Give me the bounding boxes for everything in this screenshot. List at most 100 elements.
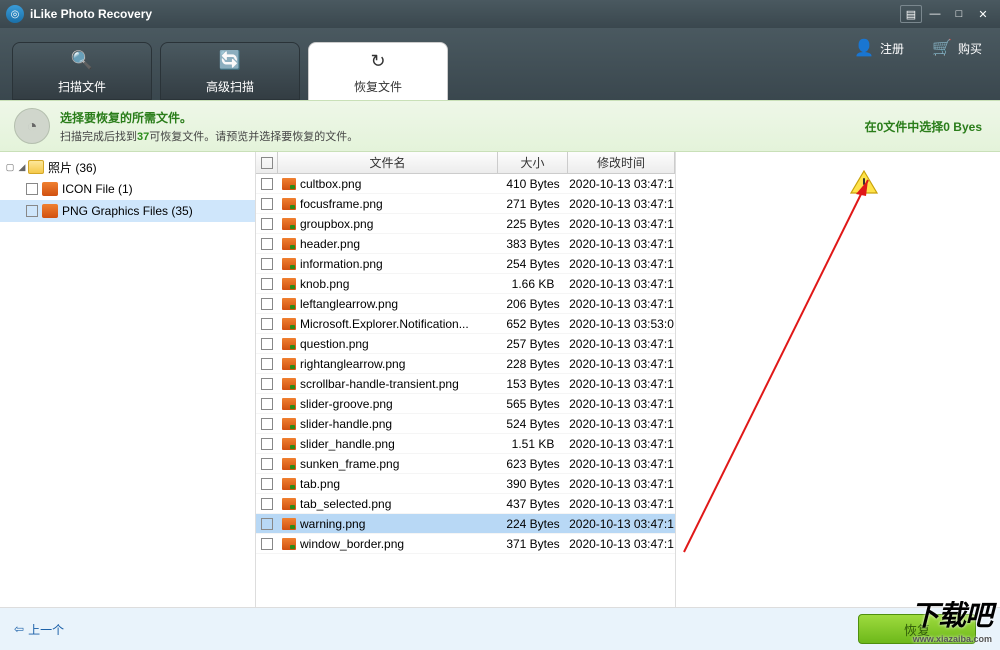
row-checkbox[interactable] — [261, 198, 273, 210]
folder-icon — [28, 160, 44, 174]
file-row[interactable]: Microsoft.Explorer.Notification... 652 By… — [256, 314, 675, 334]
file-date: 2020-10-13 03:47:1 — [568, 457, 675, 471]
header-filename[interactable]: 文件名 — [278, 152, 498, 173]
file-name: window_border.png — [300, 537, 404, 551]
row-checkbox[interactable] — [261, 478, 273, 490]
file-row[interactable]: scrollbar-handle-transient.png153 Bytes2… — [256, 374, 675, 394]
file-row[interactable]: leftanglearrow.png206 Bytes2020-10-13 03… — [256, 294, 675, 314]
file-list-body[interactable]: cultbox.png410 Bytes2020-10-13 03:47:1fo… — [256, 174, 675, 607]
row-checkbox[interactable] — [261, 438, 273, 450]
row-checkbox[interactable] — [261, 298, 273, 310]
tab-scan[interactable]: 🔍扫描文件 — [12, 42, 152, 100]
row-checkbox[interactable] — [261, 338, 273, 350]
title-bar: ◎ iLike Photo Recovery ▤ — □ ✕ — [0, 0, 1000, 28]
png-file-icon — [282, 518, 296, 530]
advanced-icon: 🔄 — [217, 48, 243, 74]
close-button[interactable]: ✕ — [972, 5, 994, 23]
annotation-arrow — [676, 152, 1000, 607]
tree-root-photos[interactable]: ▢ ◢ 照片 (36) — [0, 156, 255, 178]
file-date: 2020-10-13 03:47:1 — [568, 217, 675, 231]
recover-button[interactable]: 恢复 — [858, 614, 976, 644]
row-checkbox[interactable] — [261, 278, 273, 290]
file-size: 224 Bytes — [498, 517, 568, 531]
purchase-button[interactable]: 🛒 购买 — [932, 38, 982, 58]
header-date[interactable]: 修改时间 — [568, 152, 675, 173]
row-checkbox[interactable] — [261, 358, 273, 370]
tree-twisty-icon[interactable]: ◢ — [16, 162, 28, 173]
file-name: slider-groove.png — [300, 397, 393, 411]
file-size: 383 Bytes — [498, 237, 568, 251]
header-checkbox[interactable] — [256, 152, 278, 173]
file-row[interactable]: sunken_frame.png623 Bytes2020-10-13 03:4… — [256, 454, 675, 474]
file-size: 390 Bytes — [498, 477, 568, 491]
file-row[interactable]: warning.png224 Bytes2020-10-13 03:47:1 — [256, 514, 675, 534]
file-row[interactable]: question.png257 Bytes2020-10-13 03:47:1 — [256, 334, 675, 354]
file-name: question.png — [300, 337, 369, 351]
file-row[interactable]: header.png383 Bytes2020-10-13 03:47:1 — [256, 234, 675, 254]
file-row[interactable]: focusframe.png271 Bytes2020-10-13 03:47:… — [256, 194, 675, 214]
tree-item[interactable]: ICON File (1) — [0, 178, 255, 200]
file-size: 623 Bytes — [498, 457, 568, 471]
tree-checkbox[interactable] — [26, 205, 38, 217]
file-name: Microsoft.Explorer.Notification... — [300, 317, 469, 331]
window-menu-button[interactable]: ▤ — [900, 5, 922, 23]
purchase-label: 购买 — [958, 40, 982, 57]
row-checkbox[interactable] — [261, 238, 273, 250]
toolbar-actions: 👤 注册 🛒 购买 — [854, 38, 982, 58]
file-date: 2020-10-13 03:47:1 — [568, 397, 675, 411]
row-checkbox[interactable] — [261, 458, 273, 470]
workspace: ▢ ◢ 照片 (36) ICON File (1)PNG Graphics Fi… — [0, 152, 1000, 608]
png-file-icon — [282, 178, 296, 190]
file-size: 225 Bytes — [498, 217, 568, 231]
png-file-icon — [282, 298, 296, 310]
row-checkbox[interactable] — [261, 318, 273, 330]
minimize-button[interactable]: — — [924, 5, 946, 23]
file-date: 2020-10-13 03:47:1 — [568, 537, 675, 551]
file-row[interactable]: knob.png1.66 KB2020-10-13 03:47:1 — [256, 274, 675, 294]
filetype-icon — [42, 182, 58, 196]
row-checkbox[interactable] — [261, 418, 273, 430]
maximize-button[interactable]: □ — [948, 5, 970, 23]
png-file-icon — [282, 218, 296, 230]
file-size: 206 Bytes — [498, 297, 568, 311]
back-button[interactable]: ⇦ 上一个 — [14, 621, 64, 638]
file-row[interactable]: cultbox.png410 Bytes2020-10-13 03:47:1 — [256, 174, 675, 194]
register-button[interactable]: 👤 注册 — [854, 38, 904, 58]
file-row[interactable]: slider_handle.png1.51 KB2020-10-13 03:47… — [256, 434, 675, 454]
file-name: slider_handle.png — [300, 437, 395, 451]
file-size: 652 Bytes — [498, 317, 568, 331]
tree-item[interactable]: PNG Graphics Files (35) — [0, 200, 255, 222]
row-checkbox[interactable] — [261, 258, 273, 270]
file-row[interactable]: tab_selected.png437 Bytes2020-10-13 03:4… — [256, 494, 675, 514]
tab-advanced[interactable]: 🔄高级扫描 — [160, 42, 300, 100]
file-date: 2020-10-13 03:47:1 — [568, 417, 675, 431]
file-name: header.png — [300, 237, 360, 251]
file-date: 2020-10-13 03:47:1 — [568, 437, 675, 451]
preview-pane — [676, 152, 1000, 607]
file-row[interactable]: slider-handle.png524 Bytes2020-10-13 03:… — [256, 414, 675, 434]
tab-recover[interactable]: ↻恢复文件 — [308, 42, 448, 100]
file-date: 2020-10-13 03:53:0 — [568, 317, 675, 331]
png-file-icon — [282, 278, 296, 290]
file-size: 410 Bytes — [498, 177, 568, 191]
file-row[interactable]: groupbox.png225 Bytes2020-10-13 03:47:1 — [256, 214, 675, 234]
register-label: 注册 — [880, 40, 904, 57]
file-row[interactable]: window_border.png371 Bytes2020-10-13 03:… — [256, 534, 675, 554]
file-row[interactable]: tab.png390 Bytes2020-10-13 03:47:1 — [256, 474, 675, 494]
tree-collapse-icon[interactable]: ▢ — [4, 162, 16, 173]
row-checkbox[interactable] — [261, 218, 273, 230]
row-checkbox[interactable] — [261, 398, 273, 410]
header-size[interactable]: 大小 — [498, 152, 568, 173]
row-checkbox[interactable] — [261, 538, 273, 550]
row-checkbox[interactable] — [261, 518, 273, 530]
tab-label: 恢复文件 — [354, 78, 402, 95]
user-plus-icon: 👤 — [854, 38, 874, 58]
file-row[interactable]: rightanglearrow.png228 Bytes2020-10-13 0… — [256, 354, 675, 374]
row-checkbox[interactable] — [261, 378, 273, 390]
file-row[interactable]: slider-groove.png565 Bytes2020-10-13 03:… — [256, 394, 675, 414]
file-row[interactable]: information.png254 Bytes2020-10-13 03:47… — [256, 254, 675, 274]
info-headline: 选择要恢复的所需文件。 — [60, 109, 358, 126]
row-checkbox[interactable] — [261, 178, 273, 190]
tree-checkbox[interactable] — [26, 183, 38, 195]
row-checkbox[interactable] — [261, 498, 273, 510]
